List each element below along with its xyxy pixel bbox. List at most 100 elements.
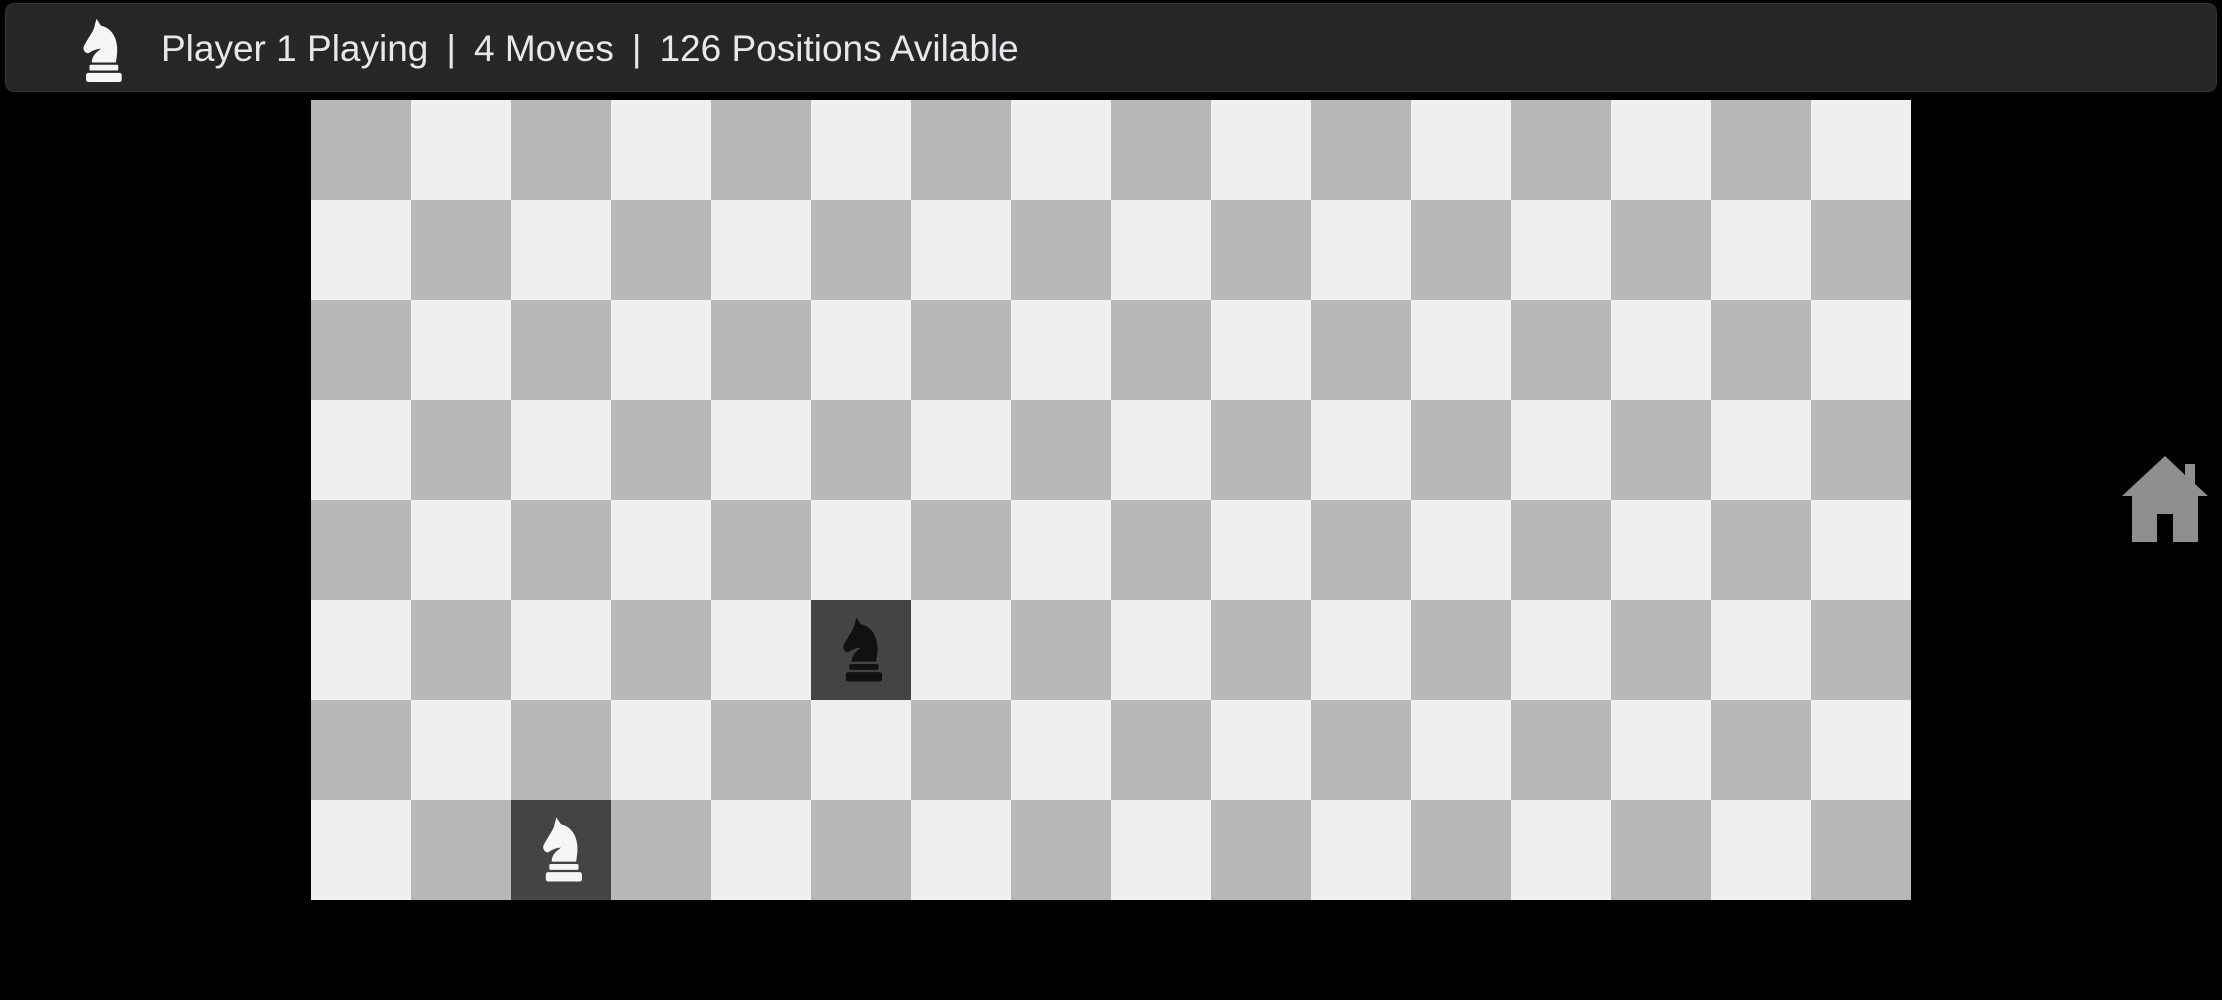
board-cell[interactable] [1411,200,1511,300]
board-cell[interactable] [1011,800,1111,900]
board-cell[interactable] [1611,400,1711,500]
board-cell[interactable] [1611,500,1711,600]
board-cell[interactable] [1111,100,1211,200]
board-cell[interactable] [1011,300,1111,400]
board-cell[interactable] [1211,400,1311,500]
board-cell[interactable] [611,700,711,800]
board-cell[interactable] [911,300,1011,400]
board-cell[interactable] [911,500,1011,600]
board-cell[interactable] [1211,500,1311,600]
board-cell[interactable] [911,700,1011,800]
board-cell[interactable] [1811,100,1911,200]
board-cell[interactable] [311,400,411,500]
board-cell[interactable] [1711,600,1811,700]
board-cell[interactable] [911,800,1011,900]
board-cell[interactable] [411,400,511,500]
board-cell[interactable] [1111,400,1211,500]
board-cell[interactable] [1611,600,1711,700]
board-cell[interactable] [1811,500,1911,600]
board-cell[interactable] [1311,100,1411,200]
board-cell[interactable] [511,800,611,900]
board-cell[interactable] [1411,800,1511,900]
board-cell[interactable] [1111,600,1211,700]
board-cell[interactable] [611,600,711,700]
board-cell[interactable] [1211,100,1311,200]
board-cell[interactable] [1511,200,1611,300]
board-cell[interactable] [1011,600,1111,700]
board-cell[interactable] [1611,100,1711,200]
white-knight-icon[interactable] [537,815,585,885]
board-cell[interactable] [1811,400,1911,500]
board-cell[interactable] [1311,400,1411,500]
board-cell[interactable] [311,100,411,200]
board-cell[interactable] [1811,700,1911,800]
board-cell[interactable] [311,500,411,600]
board-cell[interactable] [511,500,611,600]
board-cell[interactable] [1011,400,1111,500]
board-cell[interactable] [411,200,511,300]
board-cell[interactable] [1311,200,1411,300]
board-cell[interactable] [1311,600,1411,700]
board-cell[interactable] [1711,500,1811,600]
board-cell[interactable] [311,200,411,300]
board-cell[interactable] [511,700,611,800]
board-cell[interactable] [811,500,911,600]
board-cell[interactable] [1611,200,1711,300]
board-cell[interactable] [611,300,711,400]
board-cell[interactable] [911,200,1011,300]
board-cell[interactable] [411,300,511,400]
board-cell[interactable] [1711,400,1811,500]
board-cell[interactable] [1811,800,1911,900]
board-cell[interactable] [1711,200,1811,300]
board-cell[interactable] [1811,200,1911,300]
board-cell[interactable] [1411,400,1511,500]
board-cell[interactable] [511,400,611,500]
board-cell[interactable] [1311,500,1411,600]
board-cell[interactable] [311,800,411,900]
board-cell[interactable] [1711,300,1811,400]
board-cell[interactable] [1011,700,1111,800]
board-cell[interactable] [711,500,811,600]
board-cell[interactable] [811,100,911,200]
board-cell[interactable] [1211,600,1311,700]
board-cell[interactable] [311,600,411,700]
board-cell[interactable] [1711,800,1811,900]
board-cell[interactable] [711,200,811,300]
board-cell[interactable] [611,100,711,200]
board-cell[interactable] [511,200,611,300]
board-cell[interactable] [1111,500,1211,600]
board-cell[interactable] [1511,100,1611,200]
board-cell[interactable] [411,100,511,200]
board-cell[interactable] [511,300,611,400]
board-cell[interactable] [611,200,711,300]
board-cell[interactable] [1411,700,1511,800]
board-cell[interactable] [1311,300,1411,400]
board-cell[interactable] [1511,300,1611,400]
board-cell[interactable] [1411,500,1511,600]
board-cell[interactable] [1211,200,1311,300]
board-cell[interactable] [811,400,911,500]
board-cell[interactable] [911,400,1011,500]
board-cell[interactable] [1611,800,1711,900]
board-cell[interactable] [1111,200,1211,300]
board-cell[interactable] [411,600,511,700]
board-cell[interactable] [1111,700,1211,800]
board-cell[interactable] [911,600,1011,700]
board-cell[interactable] [1811,600,1911,700]
board-cell[interactable] [411,700,511,800]
board-cell[interactable] [911,100,1011,200]
board-cell[interactable] [1011,500,1111,600]
black-knight-icon[interactable] [837,615,885,685]
board-cell[interactable] [811,800,911,900]
home-button[interactable] [2120,452,2210,544]
board-cell[interactable] [411,500,511,600]
board-cell[interactable] [1111,300,1211,400]
board-cell[interactable] [711,400,811,500]
board-cell[interactable] [811,600,911,700]
board-cell[interactable] [1511,800,1611,900]
board-cell[interactable] [711,700,811,800]
board-cell[interactable] [1611,300,1711,400]
board-cell[interactable] [1211,800,1311,900]
board-cell[interactable] [1711,700,1811,800]
board-cell[interactable] [1811,300,1911,400]
